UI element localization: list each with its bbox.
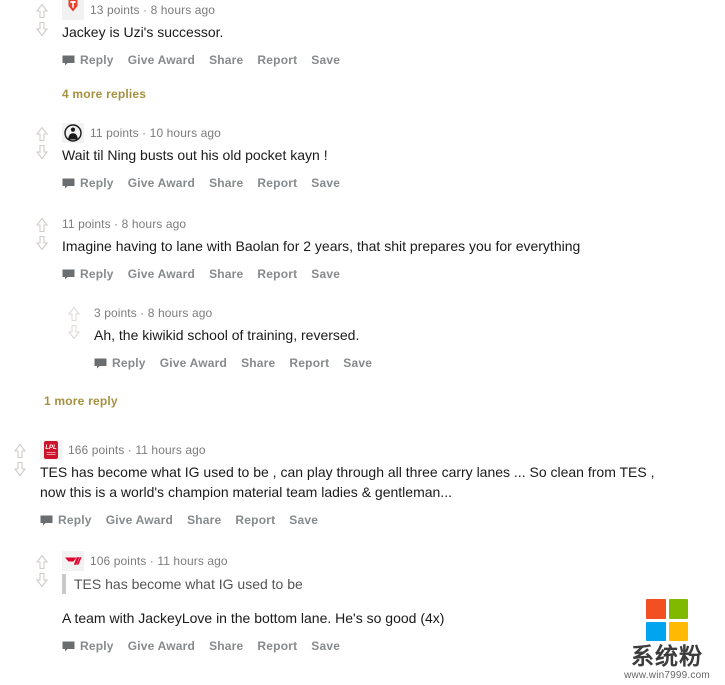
comment-actions: Reply Give Award Share Report Save: [62, 51, 725, 69]
logo-square-4: [668, 621, 688, 641]
give-award-action[interactable]: Give Award: [128, 176, 195, 190]
upvote-icon[interactable]: [11, 442, 29, 460]
comment-meta: 11 points · 8 hours ago: [62, 214, 725, 234]
save-action[interactable]: Save: [311, 267, 340, 281]
comment-meta-text: 11 points · 8 hours ago: [62, 217, 187, 231]
comment-item: 11 points · 10 hours ago Wait til Ning b…: [30, 123, 725, 194]
logo-square-3: [646, 621, 666, 641]
reply-action[interactable]: Reply: [80, 639, 114, 653]
reply-action[interactable]: Reply: [80, 267, 114, 281]
share-action[interactable]: Share: [209, 53, 243, 67]
comment-item: 11 points · 8 hours ago Imagine having t…: [30, 214, 725, 410]
comment-meta: 106 points · 11 hours ago: [62, 551, 725, 571]
comment-meta: 11 points · 10 hours ago: [62, 123, 725, 143]
reply-bubble-icon: [62, 54, 75, 67]
report-action[interactable]: Report: [235, 513, 275, 527]
vote-column: [8, 440, 32, 478]
comment-meta: LPL 166 points · 11 hours ago: [40, 440, 725, 460]
give-award-action[interactable]: Give Award: [106, 513, 173, 527]
windows-logo-icon: [646, 599, 688, 641]
watermark-title: 系统粉: [631, 643, 703, 669]
upvote-icon[interactable]: [65, 305, 83, 323]
vote-column: [62, 303, 86, 341]
downvote-icon[interactable]: [65, 323, 83, 341]
save-action[interactable]: Save: [289, 513, 318, 527]
more-replies-link[interactable]: 1 more reply: [44, 394, 725, 408]
upvote-icon[interactable]: [33, 125, 51, 143]
give-award-action[interactable]: Give Award: [160, 356, 227, 370]
share-action[interactable]: Share: [209, 639, 243, 653]
vote-column: [30, 123, 54, 161]
logo-square-1: [646, 599, 666, 619]
svg-text:LPL: LPL: [45, 445, 57, 451]
share-action[interactable]: Share: [209, 176, 243, 190]
reply-bubble-icon: [62, 177, 75, 190]
give-award-action[interactable]: Give Award: [128, 267, 195, 281]
comment-meta-text: 11 points · 10 hours ago: [90, 126, 221, 140]
report-action[interactable]: Report: [257, 267, 297, 281]
reply-action[interactable]: Reply: [80, 176, 114, 190]
comment-actions: Reply Give Award Share Report Save: [40, 511, 725, 529]
upvote-icon[interactable]: [33, 553, 51, 571]
comment-meta-text: 166 points · 11 hours ago: [68, 443, 206, 457]
save-action[interactable]: Save: [311, 639, 340, 653]
save-action[interactable]: Save: [311, 176, 340, 190]
reply-action[interactable]: Reply: [58, 513, 92, 527]
share-action[interactable]: Share: [241, 356, 275, 370]
lpl-badge-icon: LPL: [40, 440, 62, 460]
reply-action[interactable]: Reply: [80, 53, 114, 67]
comment-body: Imagine having to lane with Baolan for 2…: [62, 238, 581, 254]
share-action[interactable]: Share: [187, 513, 221, 527]
comment-blockquote: TES has become what IG used to be: [62, 574, 725, 594]
comment-actions: Reply Give Award Share Report Save: [62, 265, 725, 283]
vote-column: [30, 551, 54, 589]
watermark-url: www.win7999.com: [624, 670, 710, 681]
report-action[interactable]: Report: [289, 356, 329, 370]
reply-bubble-icon: [62, 268, 75, 281]
comment-body: Ah, the kiwikid school of training, reve…: [94, 327, 360, 343]
downvote-icon[interactable]: [11, 460, 29, 478]
comment-body: TES has become what IG used to be , can …: [40, 464, 655, 500]
team-logo-red-shield-icon: [62, 0, 84, 20]
downvote-icon[interactable]: [33, 20, 51, 38]
save-action[interactable]: Save: [311, 53, 340, 67]
report-action[interactable]: Report: [257, 176, 297, 190]
comment-actions: Reply Give Award Share Report Save: [62, 174, 725, 192]
upvote-icon[interactable]: [33, 216, 51, 234]
default-user-circle-icon: [62, 123, 84, 143]
t1-logo-icon: [62, 551, 84, 571]
vote-column: [30, 214, 54, 252]
comment-thread: 13 points · 8 hours ago Jackey is Uzi's …: [0, 0, 725, 657]
reply-bubble-icon: [94, 357, 107, 370]
site-watermark: 系统粉 www.win7999.com: [617, 599, 717, 681]
report-action[interactable]: Report: [257, 53, 297, 67]
vote-column: [30, 0, 54, 38]
upvote-icon[interactable]: [33, 2, 51, 20]
comment-meta: 3 points · 8 hours ago: [94, 303, 725, 323]
downvote-icon[interactable]: [33, 571, 51, 589]
give-award-action[interactable]: Give Award: [128, 53, 195, 67]
comment-meta: 13 points · 8 hours ago: [62, 0, 725, 20]
downvote-icon[interactable]: [33, 143, 51, 161]
reply-bubble-icon: [40, 514, 53, 527]
comment-meta-text: 13 points · 8 hours ago: [90, 3, 216, 17]
comment-item: 3 points · 8 hours ago Ah, the kiwikid s…: [62, 303, 725, 374]
more-replies-link[interactable]: 4 more replies: [62, 87, 725, 101]
reply-bubble-icon: [62, 640, 75, 653]
report-action[interactable]: Report: [257, 639, 297, 653]
comment-item: LPL 166 points · 11 hours ago TES has be…: [8, 440, 725, 531]
share-action[interactable]: Share: [209, 267, 243, 281]
save-action[interactable]: Save: [343, 356, 372, 370]
comment-body: Wait til Ning busts out his old pocket k…: [62, 147, 328, 163]
downvote-icon[interactable]: [33, 234, 51, 252]
comment-body: Jackey is Uzi's successor.: [62, 24, 224, 40]
comment-actions: Reply Give Award Share Report Save: [94, 354, 725, 372]
comment-meta-text: 3 points · 8 hours ago: [94, 306, 213, 320]
reply-action[interactable]: Reply: [112, 356, 146, 370]
comment-meta-text: 106 points · 11 hours ago: [90, 554, 228, 568]
logo-square-2: [668, 599, 688, 619]
comment-item: 13 points · 8 hours ago Jackey is Uzi's …: [30, 0, 725, 103]
give-award-action[interactable]: Give Award: [128, 639, 195, 653]
